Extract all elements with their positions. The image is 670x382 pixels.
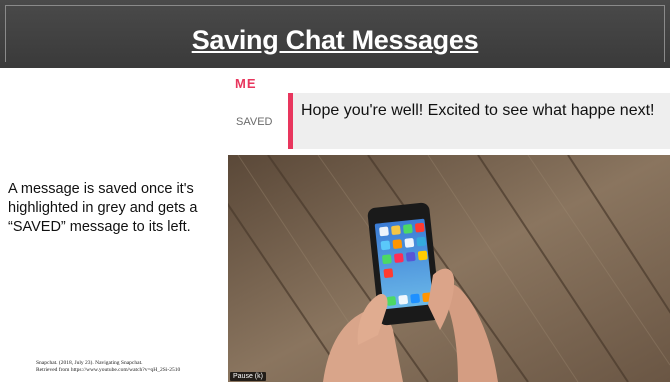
video-frame[interactable]: Pause (k) bbox=[228, 155, 670, 382]
citation-line-2: Retrieved from https://www.youtube.com/w… bbox=[36, 367, 181, 373]
chat-screenshot: ME SAVED Hope you're well! Excited to se… bbox=[228, 74, 670, 154]
message-text: Hope you're well! Excited to see what ha… bbox=[301, 102, 655, 119]
slide-description: A message is saved once it's highlighted… bbox=[8, 181, 198, 235]
citation: Snapchat. (2018, July 23). Navigating Sn… bbox=[36, 360, 236, 374]
sender-label: ME bbox=[235, 76, 257, 91]
citation-line-1: Snapchat. (2018, July 23). Navigating Sn… bbox=[36, 360, 143, 366]
title-bar: Saving Chat Messages bbox=[0, 0, 670, 68]
slide-title: Saving Chat Messages bbox=[191, 25, 479, 55]
saved-status-label: SAVED bbox=[236, 116, 273, 128]
hands-holding-phone-image bbox=[228, 155, 670, 382]
message-accent-bar bbox=[288, 93, 293, 149]
saved-message-highlight: Hope you're well! Excited to see what ha… bbox=[288, 93, 670, 149]
